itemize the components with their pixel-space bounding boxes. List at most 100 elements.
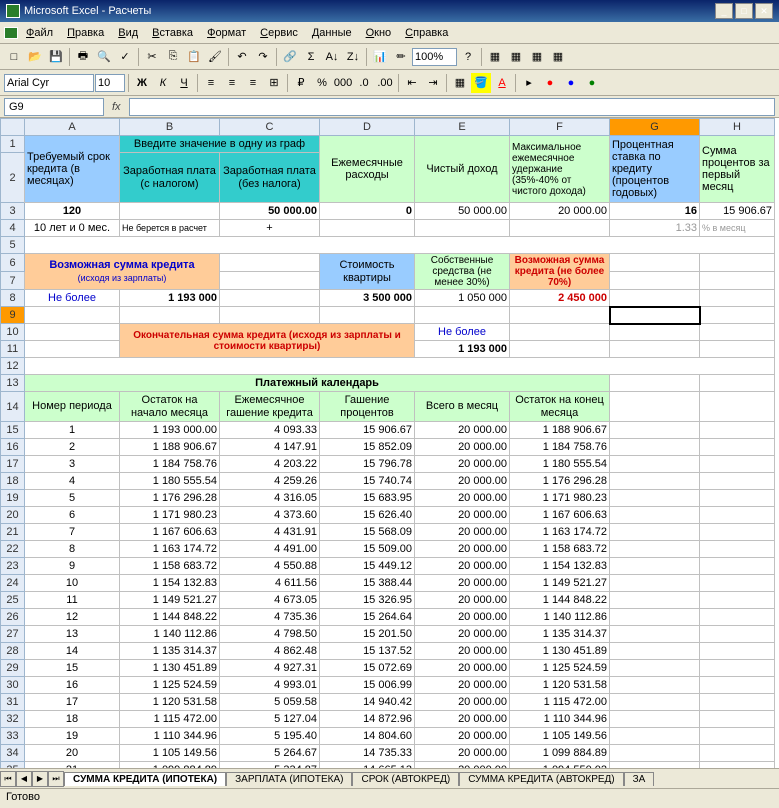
cell[interactable]: Всего в месяц: [415, 392, 510, 422]
cell[interactable]: 4 491.00: [220, 541, 320, 558]
cell[interactable]: [610, 254, 700, 272]
row-header[interactable]: 24: [1, 575, 25, 592]
cell[interactable]: 15 906.67: [320, 422, 415, 439]
cell[interactable]: 15 740.74: [320, 473, 415, 490]
cell[interactable]: [700, 490, 775, 507]
cell[interactable]: 1 144 848.22: [510, 592, 610, 609]
preview-icon[interactable]: 🔍: [94, 47, 114, 67]
underline-icon[interactable]: Ч: [174, 73, 194, 93]
cell[interactable]: 5 195.40: [220, 728, 320, 745]
cell[interactable]: 1 171 980.23: [120, 507, 220, 524]
cell[interactable]: Не более: [415, 324, 510, 341]
align-right-icon[interactable]: ≡: [243, 73, 263, 93]
cell[interactable]: [610, 375, 700, 392]
active-cell[interactable]: [610, 307, 700, 324]
cell[interactable]: 20 000.00: [415, 473, 510, 490]
percent-icon[interactable]: %: [312, 73, 332, 93]
row-header[interactable]: 30: [1, 677, 25, 694]
cell[interactable]: Гашение процентов: [320, 392, 415, 422]
print-icon[interactable]: 🖶: [73, 47, 93, 67]
comma-icon[interactable]: 000: [333, 73, 353, 93]
sum-icon[interactable]: Σ: [301, 47, 321, 67]
sort-desc-icon[interactable]: Z↓: [343, 47, 363, 67]
cell[interactable]: [610, 507, 700, 524]
cell[interactable]: [700, 660, 775, 677]
cell[interactable]: 1 193 000: [415, 341, 510, 358]
cell[interactable]: +: [220, 220, 320, 237]
cell[interactable]: Заработная плата (с налогом): [120, 153, 220, 203]
cell[interactable]: 9: [25, 558, 120, 575]
cell[interactable]: Сумма процентов за первый месяц: [700, 136, 775, 203]
cell[interactable]: 4 927.31: [220, 660, 320, 677]
cell[interactable]: [415, 220, 510, 237]
cell[interactable]: [700, 290, 775, 307]
cell[interactable]: [320, 220, 415, 237]
cell[interactable]: Платежный календарь: [25, 375, 610, 392]
cell[interactable]: [700, 375, 775, 392]
cell[interactable]: Окончательная сумма кредита (исходя из з…: [120, 324, 415, 358]
cell[interactable]: 1 105 149.56: [510, 728, 610, 745]
cell[interactable]: 14 940.42: [320, 694, 415, 711]
cell[interactable]: [700, 473, 775, 490]
col-header[interactable]: C: [220, 119, 320, 136]
cell[interactable]: [610, 324, 700, 341]
cell[interactable]: 20 000.00: [415, 524, 510, 541]
row-header[interactable]: 13: [1, 375, 25, 392]
cell[interactable]: 1 180 555.54: [510, 456, 610, 473]
fx-icon[interactable]: fx: [108, 101, 125, 113]
cell[interactable]: 14 735.33: [320, 745, 415, 762]
cell[interactable]: 4 550.88: [220, 558, 320, 575]
cell[interactable]: 2: [25, 439, 120, 456]
cell[interactable]: 1 184 758.76: [510, 439, 610, 456]
cell[interactable]: 1 130 451.89: [120, 660, 220, 677]
cell[interactable]: Стоимость квартиры: [320, 254, 415, 290]
row-header[interactable]: 1: [1, 136, 25, 153]
cell[interactable]: [610, 392, 700, 422]
cell[interactable]: 15 201.50: [320, 626, 415, 643]
cell[interactable]: 5 264.67: [220, 745, 320, 762]
cell[interactable]: 1: [25, 422, 120, 439]
cell[interactable]: 4 373.60: [220, 507, 320, 524]
font-input[interactable]: [4, 74, 94, 92]
cell[interactable]: [700, 575, 775, 592]
paste-icon[interactable]: 📋: [184, 47, 204, 67]
spreadsheet-grid[interactable]: A B C D E F G H 1 Требуемый срок кредита…: [0, 118, 779, 768]
cell[interactable]: 1 105 149.56: [120, 745, 220, 762]
cell[interactable]: 1 154 132.83: [120, 575, 220, 592]
cell[interactable]: Номер периода: [25, 392, 120, 422]
cell[interactable]: 20 000.00: [415, 694, 510, 711]
tab-prev-icon[interactable]: ◀: [16, 771, 32, 787]
cell[interactable]: 120: [25, 203, 120, 220]
cell[interactable]: 3 500 000: [320, 290, 415, 307]
row-header[interactable]: 14: [1, 392, 25, 422]
cell[interactable]: [700, 592, 775, 609]
cell[interactable]: [610, 745, 700, 762]
cell[interactable]: 1 140 112.86: [510, 609, 610, 626]
indent-inc-icon[interactable]: ⇥: [423, 73, 443, 93]
row-header[interactable]: 23: [1, 558, 25, 575]
copy-icon[interactable]: ⎘: [163, 47, 183, 67]
cell[interactable]: [610, 490, 700, 507]
cell[interactable]: 14 872.96: [320, 711, 415, 728]
cell[interactable]: 1 193 000: [120, 290, 220, 307]
cell[interactable]: 15 137.52: [320, 643, 415, 660]
cell[interactable]: 20 000.00: [415, 422, 510, 439]
cell[interactable]: 20 000.00: [415, 456, 510, 473]
cell[interactable]: 14 665.13: [320, 762, 415, 769]
sheet-tab[interactable]: СУММА КРЕДИТА (АВТОКРЕД): [459, 772, 623, 786]
col-header[interactable]: G: [610, 119, 700, 136]
cell[interactable]: 4 735.36: [220, 609, 320, 626]
cell[interactable]: Процентная ставка по кредиту (процентов …: [610, 136, 700, 203]
sheet-tab[interactable]: ЗАРПЛАТА (ИПОТЕКА): [226, 772, 352, 786]
cell[interactable]: 20: [25, 745, 120, 762]
cell[interactable]: [610, 541, 700, 558]
cell[interactable]: 1 149 521.27: [120, 592, 220, 609]
cell[interactable]: [510, 341, 610, 358]
cell[interactable]: 1 120 531.58: [120, 694, 220, 711]
cell[interactable]: 19: [25, 728, 120, 745]
currency-icon[interactable]: ₽: [291, 73, 311, 93]
cell[interactable]: 15 852.09: [320, 439, 415, 456]
cell[interactable]: 1 184 758.76: [120, 456, 220, 473]
cell[interactable]: 4 673.05: [220, 592, 320, 609]
cell[interactable]: [220, 307, 320, 324]
